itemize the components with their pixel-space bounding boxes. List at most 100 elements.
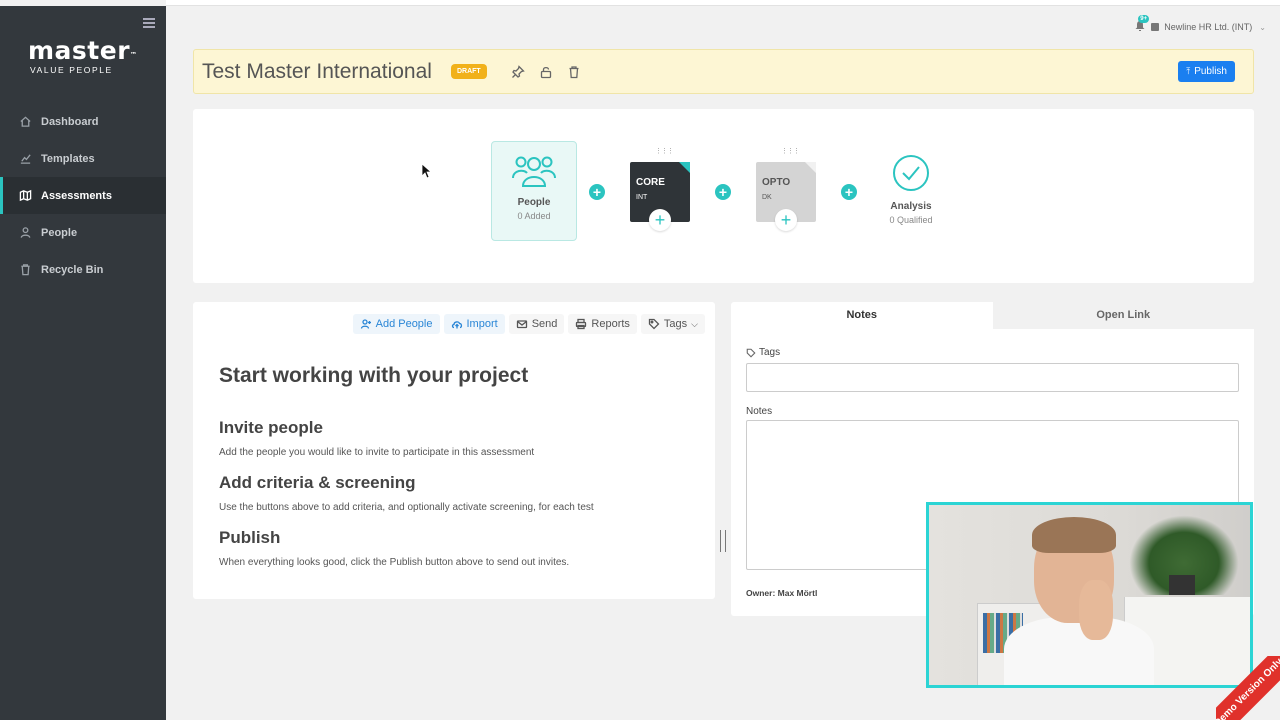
demo-ribbon: Demo Version Only <box>1216 656 1280 720</box>
webcam-video-overlay <box>926 502 1253 688</box>
company-icon <box>1151 23 1160 31</box>
notification-badge: 9+ <box>1138 15 1150 23</box>
logo-word: master <box>28 36 131 65</box>
logo-tm: ™ <box>130 51 138 59</box>
test-opto[interactable]: OPTO DK + <box>756 162 816 231</box>
sidebar-item-recycle-bin[interactable]: Recycle Bin <box>0 251 166 288</box>
people-stage-label: People <box>517 197 551 208</box>
assessment-pipeline: People 0 Added + ⋮⋮⋮ CORE INT + + ⋮⋮⋮ OP… <box>193 109 1254 283</box>
top-strip <box>166 0 1280 6</box>
account-menu[interactable]: 9+ Newline HR Ltd. (INT) ⌄ <box>1134 15 1266 34</box>
tag-icon <box>746 348 756 358</box>
project-title-bar: Test Master International DRAFT ⤒ Publis… <box>193 49 1254 94</box>
video-pot <box>1169 575 1195 595</box>
corner-ribbon-clip: Demo Version Only <box>1216 656 1280 720</box>
people-stage[interactable]: People 0 Added <box>491 141 577 241</box>
import-button[interactable]: Import <box>443 314 505 334</box>
guide-section-invite: Invite people Add the people you would l… <box>219 418 534 458</box>
sidebar-item-label: Assessments <box>41 189 112 202</box>
guide-section-title: Add criteria & screening <box>219 473 416 492</box>
chart-icon <box>20 154 31 164</box>
hamburger-menu-icon[interactable] <box>143 18 155 28</box>
unlock-icon[interactable] <box>539 65 553 79</box>
map-icon <box>19 189 32 202</box>
guide-section-text: When everything looks good, click the Pu… <box>219 557 570 568</box>
add-criteria-button[interactable]: + <box>649 209 671 231</box>
sidebar: master™ VALUE PEOPLE Dashboard Templates… <box>0 6 166 720</box>
sidebar-item-templates[interactable]: Templates <box>0 140 166 177</box>
video-person-shirt <box>1004 617 1154 685</box>
status-badge: DRAFT <box>450 64 487 79</box>
people-toolbar: Add People Import Send Reports Tags ⌵ <box>352 314 705 334</box>
tags-dropdown[interactable]: Tags ⌵ <box>640 314 705 334</box>
doc-fold <box>805 162 816 173</box>
add-test-button[interactable]: + <box>715 184 731 200</box>
guide-section-title: Publish <box>219 528 281 547</box>
guide-section-publish: Publish When everything looks good, clic… <box>219 528 569 568</box>
test-language: INT <box>636 194 648 201</box>
guide-section-text: Add the people you would like to invite … <box>219 447 535 458</box>
send-label: Send <box>531 318 558 330</box>
notes-tabs: Notes Open Link <box>731 302 1254 329</box>
guide-heading: Start working with your project <box>219 364 529 387</box>
add-people-button[interactable]: Add People <box>352 314 440 334</box>
chevron-down-icon: ⌄ <box>1259 22 1266 32</box>
cloud-upload-icon <box>451 321 462 329</box>
publish-button[interactable]: ⤒ Publish <box>1178 61 1235 82</box>
tags-label: Tags <box>663 318 688 330</box>
notifications[interactable]: 9+ <box>1134 15 1150 34</box>
add-people-label: Add People <box>375 318 433 330</box>
add-test-button[interactable]: + <box>841 184 857 200</box>
upload-icon: ⤒ <box>1186 66 1191 76</box>
send-button[interactable]: Send <box>508 314 565 334</box>
drag-handle-icon[interactable]: ⋮⋮⋮ <box>655 147 674 155</box>
home-icon <box>20 116 31 127</box>
test-core[interactable]: CORE INT + <box>630 162 690 231</box>
tags-field-label: Tags <box>746 347 780 358</box>
reports-button[interactable]: Reports <box>568 314 637 334</box>
guide-section-text: Use the buttons above to add criteria, a… <box>219 502 594 513</box>
analysis-stage-label: Analysis <box>890 201 932 212</box>
people-stage-count: 0 Added <box>517 211 551 221</box>
sidebar-item-assessments[interactable]: Assessments <box>0 177 166 214</box>
test-name: OPTO <box>762 177 791 188</box>
tags-input[interactable] <box>746 363 1239 392</box>
add-criteria-button[interactable]: + <box>775 209 797 231</box>
owner-label: Owner: Max Mörtl <box>746 588 818 598</box>
sidebar-item-dashboard[interactable]: Dashboard <box>0 103 166 140</box>
publish-label: Publish <box>1194 66 1227 77</box>
logo[interactable]: master™ VALUE PEOPLE <box>28 36 138 76</box>
reports-label: Reports <box>591 318 630 330</box>
logo-tagline: VALUE PEOPLE <box>30 65 113 75</box>
pin-icon[interactable] <box>511 64 525 79</box>
guide-section-title: Invite people <box>219 418 323 437</box>
people-group-icon <box>512 156 556 187</box>
video-person-hair <box>1032 517 1116 553</box>
project-title[interactable]: Test Master International <box>202 60 432 84</box>
mouse-cursor-icon <box>421 163 431 179</box>
sidebar-item-label: Recycle Bin <box>41 263 104 276</box>
tab-notes[interactable]: Notes <box>731 302 993 329</box>
analysis-stage-count: 0 Qualified <box>889 215 933 225</box>
add-test-button[interactable]: + <box>589 184 605 200</box>
drag-handle-icon[interactable]: ⋮⋮⋮ <box>781 147 800 155</box>
import-label: Import <box>466 318 498 330</box>
trash-icon <box>21 264 30 276</box>
tag-icon <box>648 318 660 330</box>
video-person-hand <box>1079 580 1113 640</box>
tab-open-link[interactable]: Open Link <box>992 302 1254 329</box>
sidebar-nav: Dashboard Templates Assessments People R… <box>0 103 166 288</box>
analysis-stage[interactable]: Analysis 0 Qualified <box>883 153 939 225</box>
test-name: CORE <box>636 177 665 188</box>
check-circle-icon <box>893 155 929 191</box>
sidebar-item-people[interactable]: People <box>0 214 166 251</box>
sidebar-item-label: Dashboard <box>41 115 99 128</box>
tags-label-text: Tags <box>759 347 781 358</box>
delete-icon[interactable] <box>567 65 581 79</box>
add-person-icon <box>360 319 371 329</box>
send-mail-icon <box>516 320 527 329</box>
panel-resize-handle[interactable] <box>720 530 726 552</box>
notes-field-label: Notes <box>746 406 773 417</box>
chevron-down-icon: ⌵ <box>691 318 698 329</box>
project-guide-card: Add People Import Send Reports Tags ⌵ St… <box>193 302 715 599</box>
